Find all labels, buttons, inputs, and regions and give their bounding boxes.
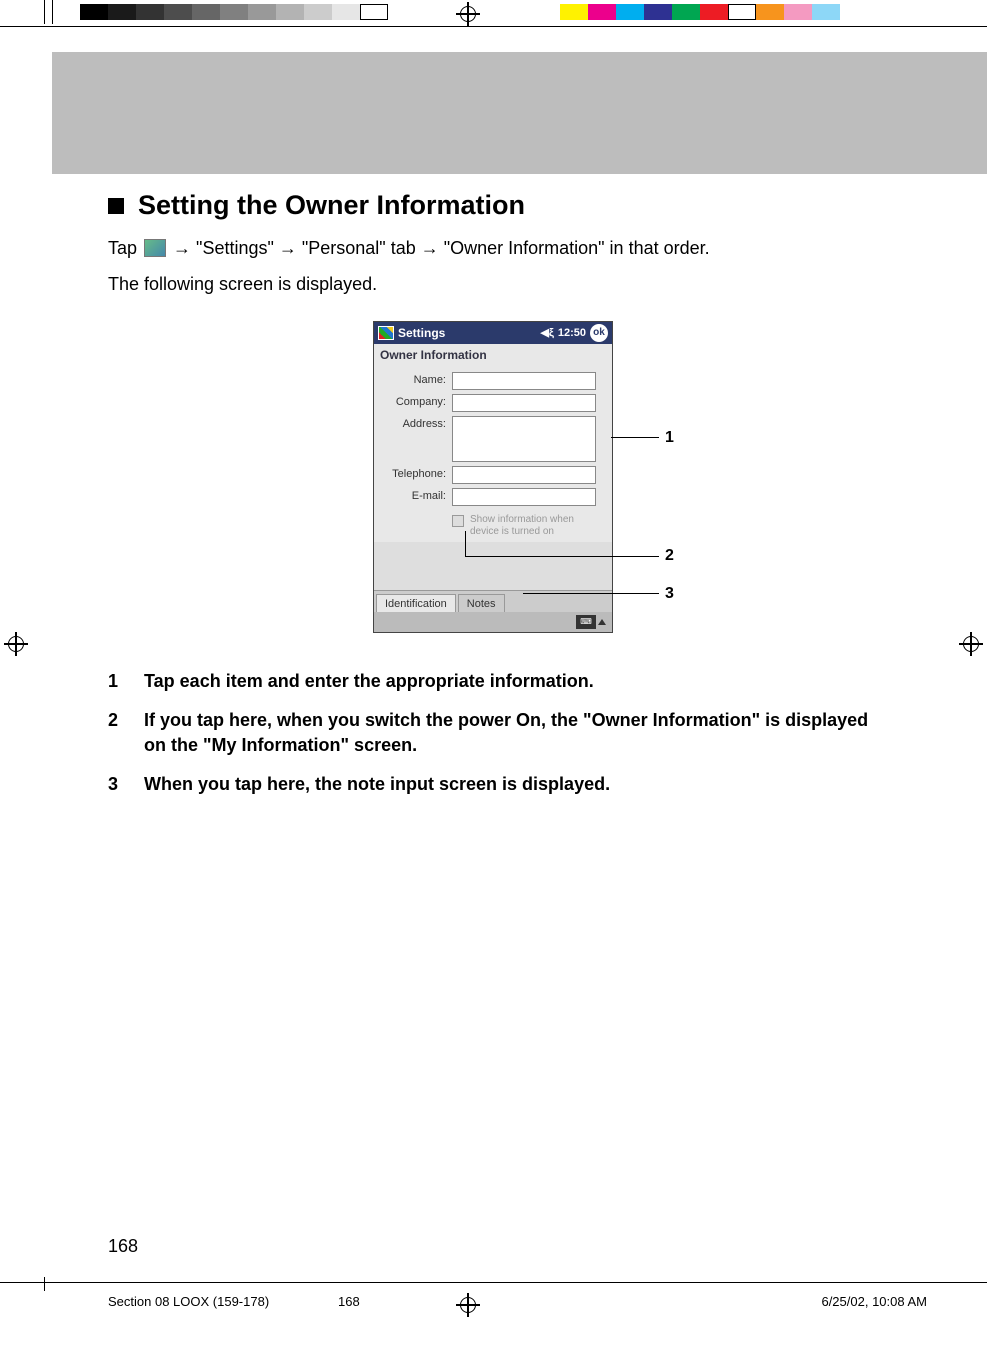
registration-bar-top [0,0,987,24]
start-menu-icon [144,239,166,257]
screenshot-figure: Settings ◀ξ 12:50 ok Owner Information N… [108,321,878,651]
step-number: 1 [108,669,144,694]
step-number: 3 [108,772,144,797]
step-row: 1 Tap each item and enter the appropriat… [108,669,878,694]
registration-cross-icon [959,632,983,656]
steps-list: 1 Tap each item and enter the appropriat… [108,669,878,798]
input-email[interactable] [452,488,596,506]
step-text: If you tap here, when you switch the pow… [144,708,878,758]
titlebar-time: 12:50 [558,327,586,339]
footer-section: Section 08 LOOX (159-178) [108,1294,269,1309]
tab-bar: Identification Notes [374,590,612,612]
crop-mark [44,1277,45,1291]
step-row: 3 When you tap here, the note input scre… [108,772,878,797]
sip-up-arrow-icon[interactable] [598,619,606,625]
input-address[interactable] [452,416,596,462]
intro-line-1: Tap → "Settings" → "Personal" tab → "Own… [108,235,878,263]
callout-number-1: 1 [665,429,674,447]
ok-button[interactable]: ok [590,324,608,342]
step-number: 2 [108,708,144,758]
checkbox-show-info[interactable] [452,515,464,527]
square-bullet-icon [108,198,124,214]
step-text: Tap each item and enter the appropriate … [144,669,878,694]
keyboard-icon[interactable]: ⌨ [576,615,596,629]
footer-rule [0,1282,987,1283]
step-row: 2 If you tap here, when you switch the p… [108,708,878,758]
crop-mark [52,0,53,24]
registration-cross-icon [456,1293,480,1317]
label-telephone: Telephone: [374,466,452,480]
callout-number-2: 2 [665,547,674,565]
checkbox-label: Show information when device is turned o… [470,514,604,538]
screen-subtitle: Owner Information [374,344,612,366]
tab-notes[interactable]: Notes [458,594,505,613]
label-email: E-mail: [374,488,452,502]
titlebar-app: Settings [398,326,445,340]
callout-number-3: 3 [665,585,674,603]
page-content: Setting the Owner Information Tap → "Set… [108,190,878,812]
footer-datetime: 6/25/02, 10:08 AM [821,1294,927,1309]
window-titlebar: Settings ◀ξ 12:50 ok [374,322,612,344]
pocketpc-window: Settings ◀ξ 12:50 ok Owner Information N… [373,321,613,633]
start-flag-icon[interactable] [378,326,394,340]
input-company[interactable] [452,394,596,412]
label-address: Address: [374,416,452,430]
chapter-header-band [52,52,987,174]
section-heading: Setting the Owner Information [108,190,878,221]
registration-cross-icon [4,632,28,656]
input-name[interactable] [452,372,596,390]
crop-mark [44,0,45,24]
color-swatches [560,4,840,20]
intro-line-2: The following screen is displayed. [108,271,878,299]
speaker-icon[interactable]: ◀ξ [541,326,554,339]
footer-slug: Section 08 LOOX (159-178) 168 6/25/02, 1… [108,1294,927,1309]
owner-info-form: Name: Company: Address: Telephone: E-mai… [374,366,612,542]
callout-line-1 [611,437,659,438]
crop-rule [0,26,987,27]
input-telephone[interactable] [452,466,596,484]
footer-page: 168 [338,1294,360,1309]
tab-identification[interactable]: Identification [376,594,456,613]
page-number: 168 [108,1236,138,1257]
intro-sequence: → "Settings" → "Personal" tab → "Owner I… [173,238,710,258]
step-text: When you tap here, the note input screen… [144,772,878,797]
intro-pre: Tap [108,238,142,258]
label-name: Name: [374,372,452,386]
section-heading-text: Setting the Owner Information [138,190,525,221]
sip-bar: ⌨ [374,612,612,632]
label-company: Company: [374,394,452,408]
grayscale-swatches [80,4,388,20]
registration-cross-icon [456,2,480,26]
